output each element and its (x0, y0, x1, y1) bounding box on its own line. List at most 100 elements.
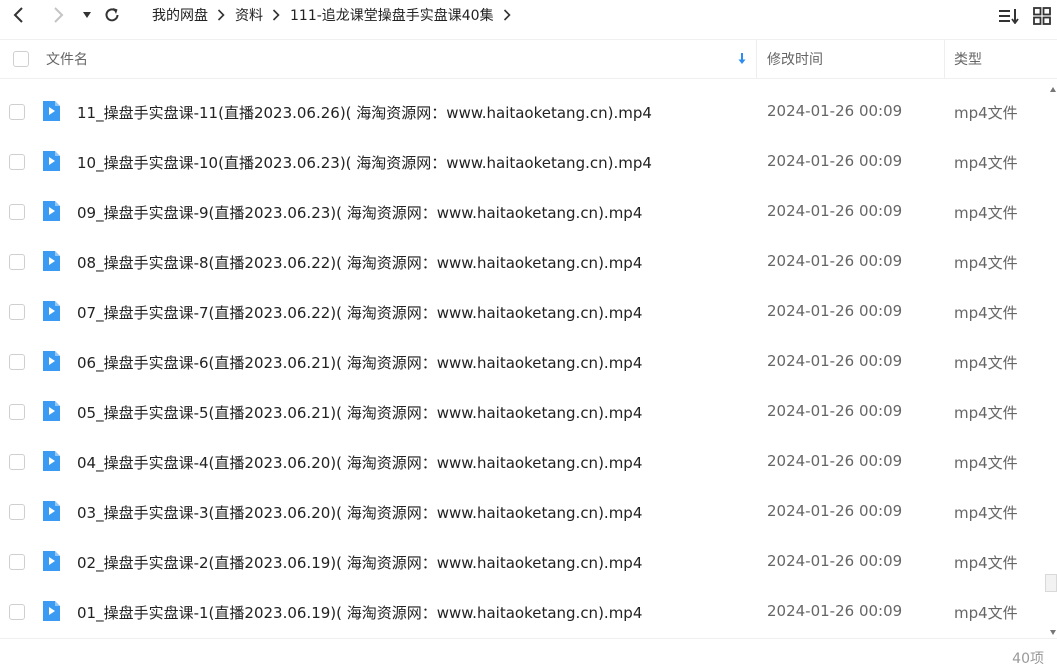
file-modified-time: 2024-01-26 00:09 (767, 252, 903, 270)
breadcrumb: 我的网盘 资料 111-追龙课堂操盘手实盘课40集 (152, 5, 521, 25)
file-type: mp4文件 (954, 204, 1018, 222)
scroll-up-arrow-icon[interactable] (1049, 86, 1057, 94)
table-row[interactable]: 02_操盘手实盘课-2(直播2023.06.19)( 海淘资源网：www.hai… (0, 538, 1050, 588)
table-row[interactable]: 01_操盘手实盘课-1(直播2023.06.19)( 海淘资源网：www.hai… (0, 588, 1050, 638)
sort-options-button[interactable] (998, 6, 1020, 26)
footer-divider (0, 638, 1057, 639)
file-name[interactable]: 11_操盘手实盘课-11(直播2023.06.26)( 海淘资源网：www.ha… (77, 102, 652, 123)
table-row[interactable]: 11_操盘手实盘课-11(直播2023.06.26)( 海淘资源网：www.ha… (0, 88, 1050, 138)
file-modified-time: 2024-01-26 00:09 (767, 602, 903, 620)
file-type: mp4文件 (954, 604, 1018, 622)
breadcrumb-item-materials[interactable]: 资料 (235, 5, 263, 25)
row-checkbox[interactable] (9, 454, 25, 470)
row-checkbox[interactable] (9, 404, 25, 420)
file-name[interactable]: 04_操盘手实盘课-4(直播2023.06.20)( 海淘资源网：www.hai… (77, 452, 642, 473)
select-all-checkbox[interactable] (13, 51, 29, 67)
video-file-icon (43, 451, 60, 471)
file-type: mp4文件 (954, 454, 1018, 472)
scrollbar-thumb[interactable] (1045, 574, 1057, 592)
file-name[interactable]: 03_操盘手实盘课-3(直播2023.06.20)( 海淘资源网：www.hai… (77, 502, 642, 523)
file-name[interactable]: 02_操盘手实盘课-2(直播2023.06.19)( 海淘资源网：www.hai… (77, 552, 642, 573)
header-type-column[interactable]: 类型 (954, 40, 982, 78)
row-checkbox[interactable] (9, 104, 25, 120)
file-name[interactable]: 05_操盘手实盘课-5(直播2023.06.21)( 海淘资源网：www.hai… (77, 402, 642, 423)
file-type: mp4文件 (954, 404, 1018, 422)
file-type: mp4文件 (954, 554, 1018, 572)
video-file-icon (43, 201, 60, 221)
file-modified-time: 2024-01-26 00:09 (767, 352, 903, 370)
table-row[interactable]: 09_操盘手实盘课-9(直播2023.06.23)( 海淘资源网：www.hai… (0, 188, 1050, 238)
table-row[interactable]: 07_操盘手实盘课-7(直播2023.06.22)( 海淘资源网：www.hai… (0, 288, 1050, 338)
grid-view-button[interactable] (1031, 6, 1053, 26)
table-row[interactable]: 03_操盘手实盘课-3(直播2023.06.20)( 海淘资源网：www.hai… (0, 488, 1050, 538)
breadcrumb-item-current-folder[interactable]: 111-追龙课堂操盘手实盘课40集 (290, 5, 494, 25)
file-type: mp4文件 (954, 254, 1018, 272)
chevron-right-icon (54, 7, 64, 23)
file-modified-time: 2024-01-26 00:09 (767, 452, 903, 470)
table-row[interactable]: 10_操盘手实盘课-10(直播2023.06.23)( 海淘资源网：www.ha… (0, 138, 1050, 188)
file-name[interactable]: 01_操盘手实盘课-1(直播2023.06.19)( 海淘资源网：www.hai… (77, 602, 642, 623)
row-checkbox[interactable] (9, 504, 25, 520)
file-name[interactable]: 06_操盘手实盘课-6(直播2023.06.21)( 海淘资源网：www.hai… (77, 352, 642, 373)
item-count: 40项 (1012, 651, 1044, 667)
video-file-icon (43, 601, 60, 621)
caret-down-icon (83, 12, 91, 18)
video-file-icon (43, 551, 60, 571)
file-name[interactable]: 10_操盘手实盘课-10(直播2023.06.23)( 海淘资源网：www.ha… (77, 152, 652, 173)
table-row[interactable]: 08_操盘手实盘课-8(直播2023.06.22)( 海淘资源网：www.hai… (0, 238, 1050, 288)
column-divider[interactable] (944, 40, 945, 78)
file-type: mp4文件 (954, 354, 1018, 372)
file-list-header: 文件名 修改时间 类型 (0, 39, 1057, 79)
video-file-icon (43, 151, 60, 171)
row-checkbox[interactable] (9, 154, 25, 170)
chevron-right-icon[interactable] (503, 9, 511, 21)
table-row[interactable]: 06_操盘手实盘课-6(直播2023.06.21)( 海淘资源网：www.hai… (0, 338, 1050, 388)
video-file-icon (43, 501, 60, 521)
file-name[interactable]: 07_操盘手实盘课-7(直播2023.06.22)( 海淘资源网：www.hai… (77, 302, 642, 323)
video-file-icon (43, 251, 60, 271)
file-modified-time: 2024-01-26 00:09 (767, 402, 903, 420)
chevron-right-icon (272, 9, 280, 21)
file-modified-time: 2024-01-26 00:09 (767, 102, 903, 120)
video-file-icon (43, 401, 60, 421)
header-name-column[interactable]: 文件名 (46, 40, 88, 78)
file-modified-time: 2024-01-26 00:09 (767, 502, 903, 520)
grid-view-icon (1033, 7, 1051, 25)
sort-list-icon (999, 9, 1019, 24)
file-modified-time: 2024-01-26 00:09 (767, 302, 903, 320)
history-dropdown-button[interactable] (76, 4, 98, 26)
toolbar: 我的网盘 资料 111-追龙课堂操盘手实盘课40集 (0, 0, 1057, 30)
file-type: mp4文件 (954, 304, 1018, 322)
file-name[interactable]: 09_操盘手实盘课-9(直播2023.06.23)( 海淘资源网：www.hai… (77, 202, 642, 223)
row-checkbox[interactable] (9, 304, 25, 320)
file-type: mp4文件 (954, 104, 1018, 122)
row-checkbox[interactable] (9, 254, 25, 270)
header-time-column[interactable]: 修改时间 (767, 40, 823, 78)
file-type: mp4文件 (954, 504, 1018, 522)
file-modified-time: 2024-01-26 00:09 (767, 552, 903, 570)
row-checkbox[interactable] (9, 604, 25, 620)
forward-button[interactable] (47, 4, 69, 26)
row-checkbox[interactable] (9, 354, 25, 370)
row-checkbox[interactable] (9, 554, 25, 570)
file-modified-time: 2024-01-26 00:09 (767, 152, 903, 170)
refresh-icon (105, 8, 119, 22)
chevron-right-icon (217, 9, 225, 21)
sort-descending-icon[interactable] (737, 40, 747, 78)
file-modified-time: 2024-01-26 00:09 (767, 202, 903, 220)
file-type: mp4文件 (954, 154, 1018, 172)
file-name[interactable]: 08_操盘手实盘课-8(直播2023.06.22)( 海淘资源网：www.hai… (77, 252, 642, 273)
video-file-icon (43, 301, 60, 321)
scrollbar[interactable] (1049, 82, 1057, 638)
back-button[interactable] (8, 4, 30, 26)
scroll-down-arrow-icon[interactable] (1049, 628, 1057, 636)
file-list: 11_操盘手实盘课-11(直播2023.06.26)( 海淘资源网：www.ha… (0, 88, 1050, 638)
column-divider[interactable] (756, 40, 757, 78)
breadcrumb-item-home[interactable]: 我的网盘 (152, 5, 208, 25)
row-checkbox[interactable] (9, 204, 25, 220)
table-row[interactable]: 05_操盘手实盘课-5(直播2023.06.21)( 海淘资源网：www.hai… (0, 388, 1050, 438)
refresh-button[interactable] (101, 4, 123, 26)
table-row[interactable]: 04_操盘手实盘课-4(直播2023.06.20)( 海淘资源网：www.hai… (0, 438, 1050, 488)
chevron-left-icon (13, 7, 23, 23)
video-file-icon (43, 351, 60, 371)
